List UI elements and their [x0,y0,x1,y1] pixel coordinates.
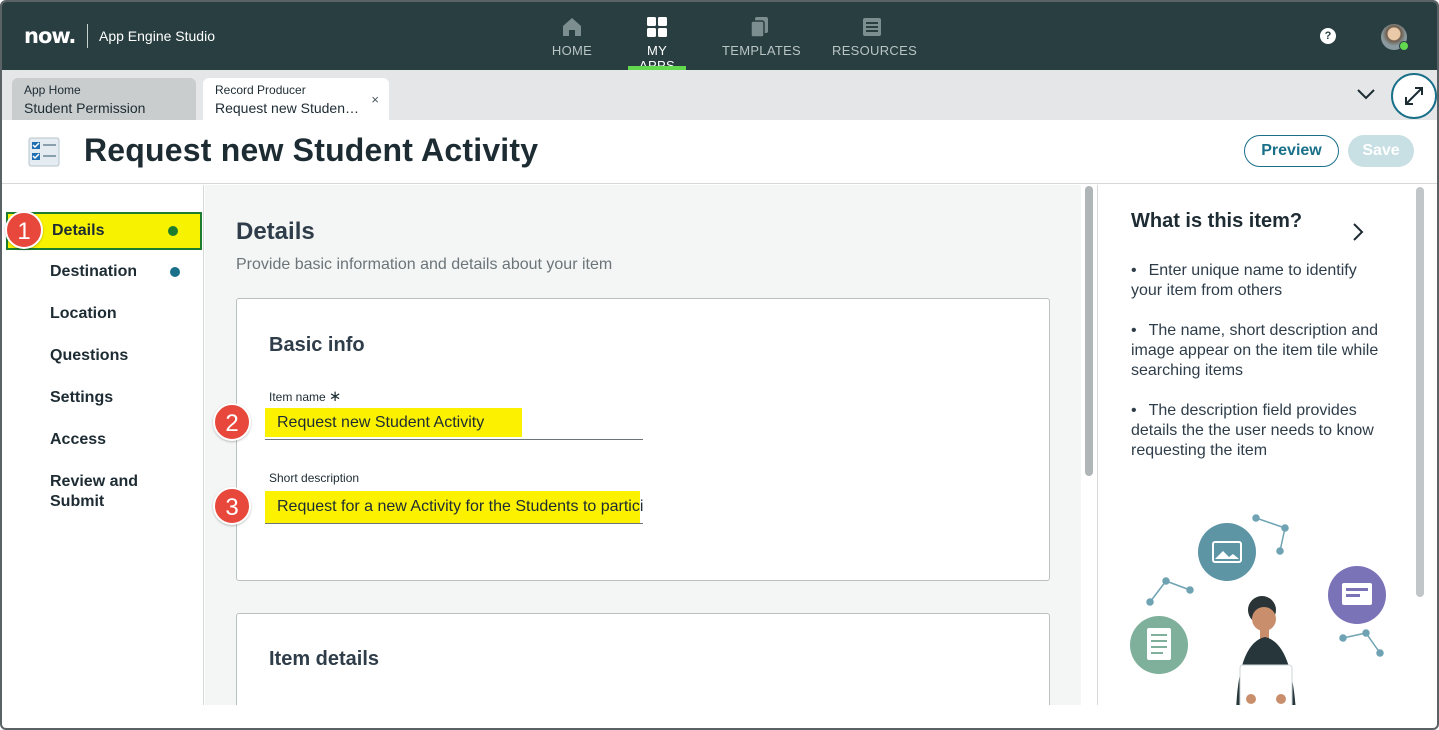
apps-grid-icon [647,17,667,37]
tab-name-label: Student Permission [24,100,146,116]
annotation-badge-3: 3 [213,487,251,525]
item-details-card: Item details [236,613,1050,705]
sidebar-item-label: Access [50,431,107,448]
help-bullet: The name, short description and image ap… [1131,321,1383,381]
tab-type-label: App Home [24,83,81,97]
item-name-input[interactable] [265,406,643,440]
sidebar-item-questions[interactable]: Questions [6,337,202,375]
help-panel-title: What is this item? [1131,210,1303,232]
preview-button[interactable]: Preview [1244,135,1339,167]
nav-templates[interactable]: TEMPLATES [722,2,802,70]
record-producer-icon [28,137,60,167]
basic-info-card: Basic info Item name∗ Short description [236,298,1050,581]
chevron-right-icon[interactable] [1351,222,1365,242]
app-title: App Engine Studio [99,28,215,44]
sidebar-item-access[interactable]: Access [6,421,202,459]
tab-bar: App Home Student Permission Record Produ… [2,70,1437,120]
expand-icon [1405,87,1423,105]
main-scrollbar[interactable] [1085,186,1093,476]
step-sidebar: Details Destination Location Questions S… [2,185,204,705]
required-icon: ∗ [328,388,342,405]
resources-icon [863,18,881,36]
nav-home-label: HOME [551,43,593,58]
nav-my-apps[interactable]: MY APPS [628,2,686,73]
servicenow-logo[interactable]: now. [24,24,76,48]
sidebar-item-location[interactable]: Location [6,295,202,333]
user-avatar[interactable] [1381,24,1409,51]
short-description-label: Short description [269,471,360,485]
sidebar-item-label: Questions [50,347,129,364]
close-tab-icon[interactable]: × [371,92,379,107]
top-header: now. App Engine Studio HOME MY APPS TEMP… [2,2,1437,73]
sidebar-item-review-submit[interactable]: Review and Submit [6,463,146,509]
help-panel-scrollbar[interactable] [1416,187,1424,597]
save-button[interactable]: Save [1348,135,1414,167]
sidebar-item-label: Location [50,305,117,322]
in-progress-status-dot [170,267,180,277]
item-name-label-text: Item name [269,390,326,404]
chevron-down-icon[interactable] [1355,87,1377,101]
sidebar-item-label: Review and Submit [50,473,139,509]
annotation-badge-1: 1 [5,211,43,249]
help-panel: What is this item? Enter unique name to … [1097,185,1437,705]
sidebar-item-settings[interactable]: Settings [6,379,202,417]
help-bullets: Enter unique name to identify your item … [1131,261,1383,481]
help-illustration [1130,514,1386,705]
item-name-label: Item name ∗ [269,387,341,405]
sidebar-item-destination[interactable]: Destination [6,253,136,291]
home-icon [563,18,581,36]
templates-icon [750,17,768,38]
complete-status-dot [168,226,178,236]
nav-resources[interactable]: RESOURCES [832,2,918,70]
page-title: Request new Student Activity [84,132,539,168]
app-window: now. App Engine Studio HOME MY APPS TEMP… [0,0,1439,730]
nav-templates-label: TEMPLATES [722,43,802,58]
help-bullet: The description field provides details t… [1131,401,1383,461]
annotation-badge-2: 2 [213,403,251,441]
sidebar-item-label: Settings [50,389,114,406]
nav-home[interactable]: HOME [547,2,597,70]
nav-my-apps-label: MY APPS [639,43,675,73]
nav-resources-label: RESOURCES [832,43,918,58]
sidebar-item-label: Destination [50,263,136,280]
fullscreen-button[interactable] [1391,73,1437,119]
page-header: Request new Student Activity Preview Sav… [2,120,1437,184]
tab-name-label: Request new Studen… [215,100,359,116]
help-bullet: Enter unique name to identify your item … [1131,261,1383,301]
tab-app-home[interactable]: App Home Student Permission [12,78,196,120]
section-title: Details [236,218,315,245]
tab-record-producer[interactable]: Record Producer Request new Studen… × [203,78,389,120]
section-subtitle: Provide basic information and details ab… [236,256,613,273]
main-content: Details Provide basic information and de… [205,185,1081,705]
logo-divider [87,24,88,48]
tab-type-label: Record Producer [215,83,306,97]
sidebar-item-label: Details [52,222,105,239]
short-description-input[interactable] [265,490,643,524]
help-icon[interactable]: ? [1320,28,1336,44]
card-title: Basic info [269,334,365,356]
card-title: Item details [269,648,380,670]
